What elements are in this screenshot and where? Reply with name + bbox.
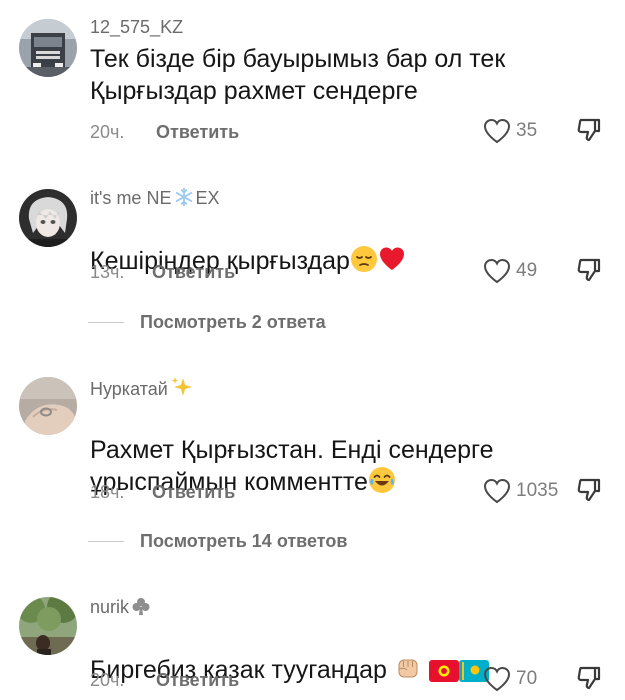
dislike-icon[interactable] xyxy=(574,255,604,285)
avatar[interactable] xyxy=(19,19,77,77)
comment-text-body: Биргебиз казак туугандар xyxy=(90,656,394,684)
like-count: 49 xyxy=(516,260,538,281)
view-replies-button[interactable]: Посмотреть 14 ответов xyxy=(88,531,347,551)
comment-item: nurik Биргебиз казак туугандар 20ч. Отве… xyxy=(0,580,625,700)
comment-item: Нуркатай Рахмет Қырғызстан. Енді сендерг… xyxy=(0,360,625,580)
heart-icon xyxy=(483,118,511,144)
dislike-icon[interactable] xyxy=(574,475,604,505)
like-count: 70 xyxy=(516,668,538,689)
avatar[interactable] xyxy=(19,377,77,435)
heart-icon xyxy=(483,666,511,692)
username[interactable]: 12_575_KZ xyxy=(90,17,183,37)
heart-icon xyxy=(483,478,511,504)
like-button[interactable]: 1035 xyxy=(482,477,558,505)
username-label[interactable]: 12_575_KZ xyxy=(90,17,183,37)
like-count: 1035 xyxy=(516,480,559,501)
reply-button[interactable]: Ответить xyxy=(152,482,235,502)
comment-time: 18ч. xyxy=(90,482,125,502)
like-button[interactable]: 35 xyxy=(482,117,537,145)
comment-time: 20ч. xyxy=(90,670,125,690)
replies-divider xyxy=(88,321,124,323)
like-button[interactable]: 70 xyxy=(482,665,537,693)
avatar[interactable] xyxy=(19,189,77,247)
raised-fist-icon xyxy=(394,656,422,684)
club-icon xyxy=(131,597,151,617)
comment-item: it's me NE EX Кешіріңдер қырғыздар 13ч. … xyxy=(0,170,625,360)
dislike-icon[interactable] xyxy=(574,663,604,693)
comment-item: 12_575_KZ Тек бізде бір бауырымыз бар ол… xyxy=(0,0,625,170)
snowflake-icon xyxy=(173,187,195,208)
username[interactable]: it's me NE EX xyxy=(90,187,219,208)
reply-button[interactable]: Ответить xyxy=(156,670,239,690)
comment-text: Тек бізде бір бауырымыз бар ол тек Қырғы… xyxy=(90,45,506,105)
username-label[interactable]: nurik xyxy=(90,597,129,617)
like-count: 35 xyxy=(516,120,538,141)
username[interactable]: Нуркатай xyxy=(90,376,194,399)
view-replies-label[interactable]: Посмотреть 14 ответов xyxy=(140,531,347,551)
heart-icon xyxy=(483,258,511,284)
comment-time: 13ч. xyxy=(90,262,125,282)
view-replies-button[interactable]: Посмотреть 2 ответа xyxy=(88,312,326,332)
username-label[interactable]: it's me NE xyxy=(90,188,171,208)
username-suffix[interactable]: EX xyxy=(195,188,219,208)
reply-button[interactable]: Ответить xyxy=(152,262,235,282)
comment-time: 20ч. xyxy=(90,122,125,142)
comment-text-body: Рахмет Қырғызстан. Енді сендерге ұрыспай… xyxy=(90,436,494,496)
replies-divider xyxy=(88,540,124,542)
username-label[interactable]: Нуркатай xyxy=(90,379,168,399)
sparkles-icon xyxy=(170,377,194,399)
dislike-icon[interactable] xyxy=(574,115,604,145)
red-heart-icon xyxy=(378,247,406,275)
kyrgyzstan-flag-icon xyxy=(428,656,459,684)
pensive-face-icon xyxy=(350,246,378,275)
avatar[interactable] xyxy=(19,597,77,655)
tears-of-joy-icon xyxy=(368,467,396,496)
username[interactable]: nurik xyxy=(90,596,151,617)
like-button[interactable]: 49 xyxy=(482,257,537,285)
reply-button[interactable]: Ответить xyxy=(156,122,239,142)
view-replies-label[interactable]: Посмотреть 2 ответа xyxy=(140,312,326,332)
